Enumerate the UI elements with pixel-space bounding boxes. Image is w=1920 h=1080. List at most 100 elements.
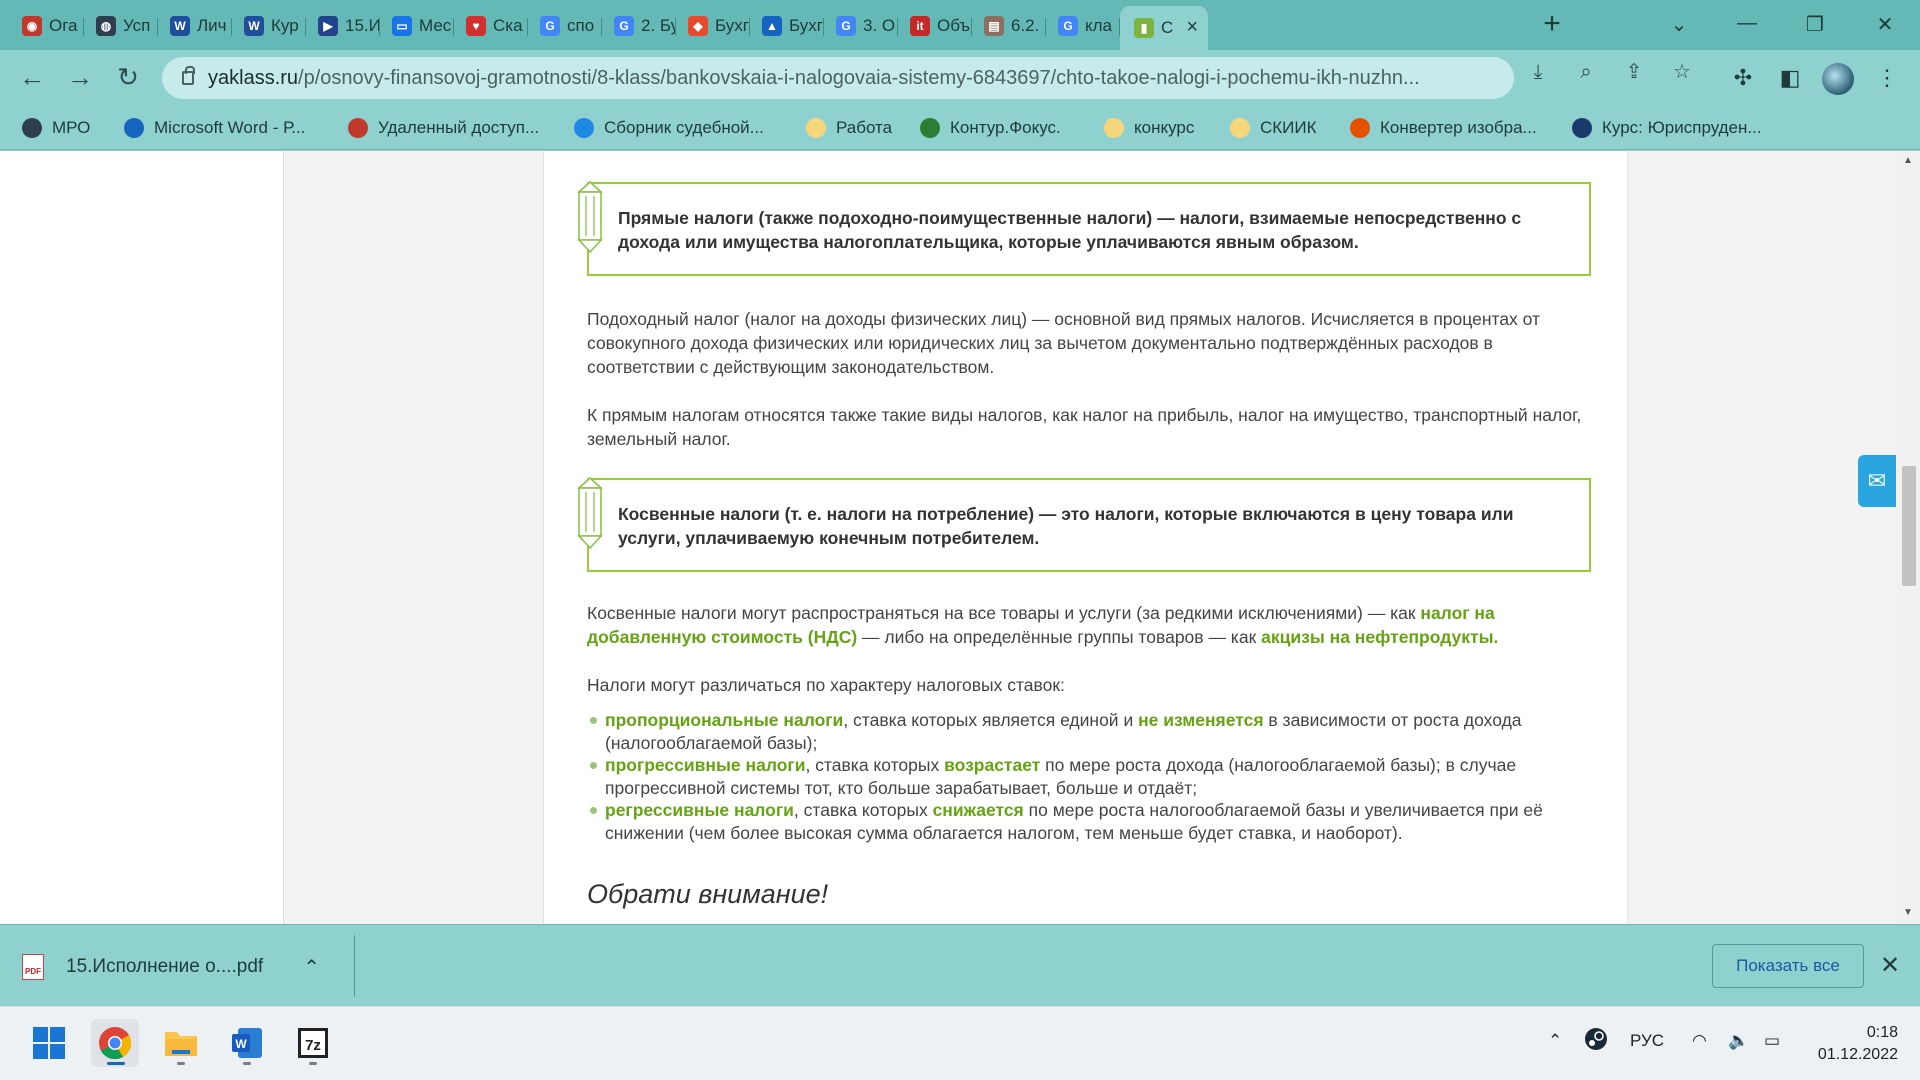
extensions-icon[interactable]: ✣ [1728, 63, 1758, 93]
link-excise[interactable]: акцизы на нефтепродукты [1261, 627, 1493, 647]
bookmark-icon [574, 118, 594, 138]
tab[interactable]: G 3. О [824, 10, 898, 42]
lock-icon[interactable] [182, 66, 195, 85]
bookmark-icon [1572, 118, 1592, 138]
bookmark-item[interactable]: Курс: Юриспруден... [1572, 116, 1762, 140]
scroll-down-arrow[interactable]: ▼ [1903, 907, 1913, 918]
restore-button[interactable]: ❐ [1800, 12, 1830, 37]
tab-search-icon[interactable]: ⌄ [1664, 12, 1694, 37]
volume-icon[interactable]: 🔈 [1728, 1031, 1749, 1051]
bookmark-item[interactable]: СКИИК [1230, 116, 1317, 140]
tab[interactable]: ◆ Бухг [676, 10, 750, 42]
bookmark-item[interactable]: Работа [806, 116, 892, 140]
tab[interactable]: ♥ Ска [454, 10, 528, 42]
share-icon[interactable]: ⇪ [1622, 60, 1646, 84]
tab-strip: ◉ Ога ◍ Усп W Лич W Кур ▶ 15.И ▭ Мес ♥ Ска Gспо G 2. Бу ◆… [0, 0, 1920, 50]
bookmark-item[interactable]: Контур.Фокус. [920, 116, 1061, 140]
download-icon[interactable]: ⤓ [1526, 60, 1550, 84]
profile-avatar[interactable] [1822, 63, 1854, 95]
tab-label: Объ [937, 16, 971, 35]
tab[interactable]: ▶ 15.И [306, 10, 380, 42]
tab[interactable]: ◉ Ога [10, 10, 84, 42]
bookmark-label: Конвертер изобра... [1380, 118, 1537, 137]
battery-icon[interactable]: ▭ [1764, 1031, 1780, 1051]
page-viewport: Прямые налоги (также подоходно-поимущест… [0, 151, 1920, 924]
tab[interactable]: it Объ [898, 10, 972, 42]
show-all-button[interactable]: Показать все [1712, 944, 1864, 988]
reload-button[interactable]: ↻ [112, 62, 144, 94]
tab-favicon-icon: ▮ [1134, 18, 1154, 38]
steam-icon[interactable] [1584, 1027, 1608, 1056]
bookmark-item[interactable]: конкурс [1104, 116, 1194, 140]
tab-label: Усп [123, 16, 151, 35]
tab-favicon-icon: G [836, 16, 856, 36]
bookmark-label: МРО [52, 118, 91, 137]
bookmark-label: Сборник судебной... [604, 118, 764, 137]
bookmark-item[interactable]: МРО [22, 116, 90, 140]
word-icon: W [232, 1028, 262, 1058]
tab-label: Бухг [789, 16, 823, 35]
forward-button[interactable]: → [64, 62, 96, 94]
bookmark-item[interactable]: Microsoft Word - Р... [124, 116, 305, 140]
bookmark-label: Работа [836, 118, 893, 137]
term-increases: возрастает [944, 755, 1041, 775]
bookmark-star-icon[interactable]: ☆ [1670, 60, 1694, 84]
tab-active[interactable]: ▮ С × [1120, 6, 1208, 50]
tab-label: Ска [493, 16, 523, 35]
svg-text:W: W [235, 1037, 247, 1051]
close-window-button[interactable]: ✕ [1870, 12, 1900, 37]
tab[interactable]: Gспо [528, 10, 602, 42]
tab[interactable]: ▤ 6.2. [972, 10, 1046, 42]
tab[interactable]: W Лич [158, 10, 232, 42]
download-item[interactable]: PDF 15.Исполнение о....pdf ⌃ [22, 945, 320, 989]
close-download-bar-icon[interactable]: ✕ [1880, 951, 1900, 980]
side-panel-icon[interactable]: ◧ [1775, 63, 1805, 93]
feedback-mail-button[interactable]: ✉ [1858, 455, 1896, 507]
term-progressive: прогрессивные налоги [605, 755, 806, 775]
paragraph-income-tax: Подоходный налог (налог на доходы физиче… [587, 309, 1541, 377]
clock-time: 0:18 [1866, 1024, 1898, 1041]
bookmark-label: конкурс [1134, 118, 1195, 137]
taskbar-explorer[interactable] [157, 1019, 205, 1067]
tab-favicon-icon: G [540, 16, 560, 36]
taskbar-7zip[interactable]: 7z [289, 1019, 337, 1067]
tab-favicon-icon: ◉ [22, 16, 42, 36]
back-button[interactable]: ← [16, 62, 48, 94]
tab-label: 6.2. [1011, 16, 1040, 35]
clock-date: 01.12.2022 [1817, 1046, 1898, 1063]
bookmark-item[interactable]: Удаленный доступ... [348, 116, 539, 140]
scroll-thumb[interactable] [1902, 466, 1916, 586]
chrome-icon [99, 1027, 132, 1060]
zoom-icon[interactable]: ⌕ [1574, 60, 1598, 84]
tab-close-icon[interactable]: × [1186, 17, 1198, 37]
bookmark-item[interactable]: Сборник судебной... [574, 116, 764, 140]
tab[interactable]: ◍ Усп [84, 10, 158, 42]
tab[interactable]: G 2. Бу [602, 10, 676, 42]
page-scrollbar[interactable]: ▲ ▼ [1898, 151, 1920, 924]
tab[interactable]: ▲ Бухг [750, 10, 824, 42]
language-indicator[interactable]: РУС [1630, 1031, 1664, 1051]
tab[interactable]: Gкла [1046, 10, 1120, 42]
new-tab-button[interactable]: + [1537, 9, 1567, 40]
text: , ставка которых [793, 800, 933, 820]
bookmark-label: Контур.Фокус. [950, 118, 1061, 137]
tab[interactable]: ▭ Мес [380, 10, 454, 42]
bookmark-item[interactable]: Конвертер изобра... [1350, 116, 1537, 140]
scroll-up-arrow[interactable]: ▲ [1903, 155, 1913, 166]
wifi-icon[interactable]: ◠ [1692, 1031, 1707, 1051]
minimize-button[interactable]: — [1732, 12, 1762, 35]
start-button[interactable] [25, 1019, 73, 1067]
chevron-up-icon[interactable]: ⌃ [303, 955, 320, 980]
address-path: /p/osnovy-finansovoj-gramotnosti/8-klass… [298, 66, 1420, 89]
tray-overflow-chevron-icon[interactable]: ⌃ [1548, 1031, 1562, 1051]
clock[interactable]: 0:18 01.12.2022 [1808, 1022, 1898, 1066]
taskbar-chrome[interactable] [91, 1019, 139, 1067]
address-bar[interactable]: yaklass.ru/p/osnovy-finansovoj-gramotnos… [162, 57, 1514, 99]
tab[interactable]: W Кур [232, 10, 306, 42]
tab-label: Кур [271, 16, 299, 35]
taskbar-word[interactable]: W [223, 1019, 271, 1067]
term-decreases: снижается [932, 800, 1024, 820]
tab-label: кла [1085, 16, 1113, 35]
menu-icon[interactable]: ⋮ [1872, 63, 1902, 93]
tab-label: спо [567, 16, 595, 35]
